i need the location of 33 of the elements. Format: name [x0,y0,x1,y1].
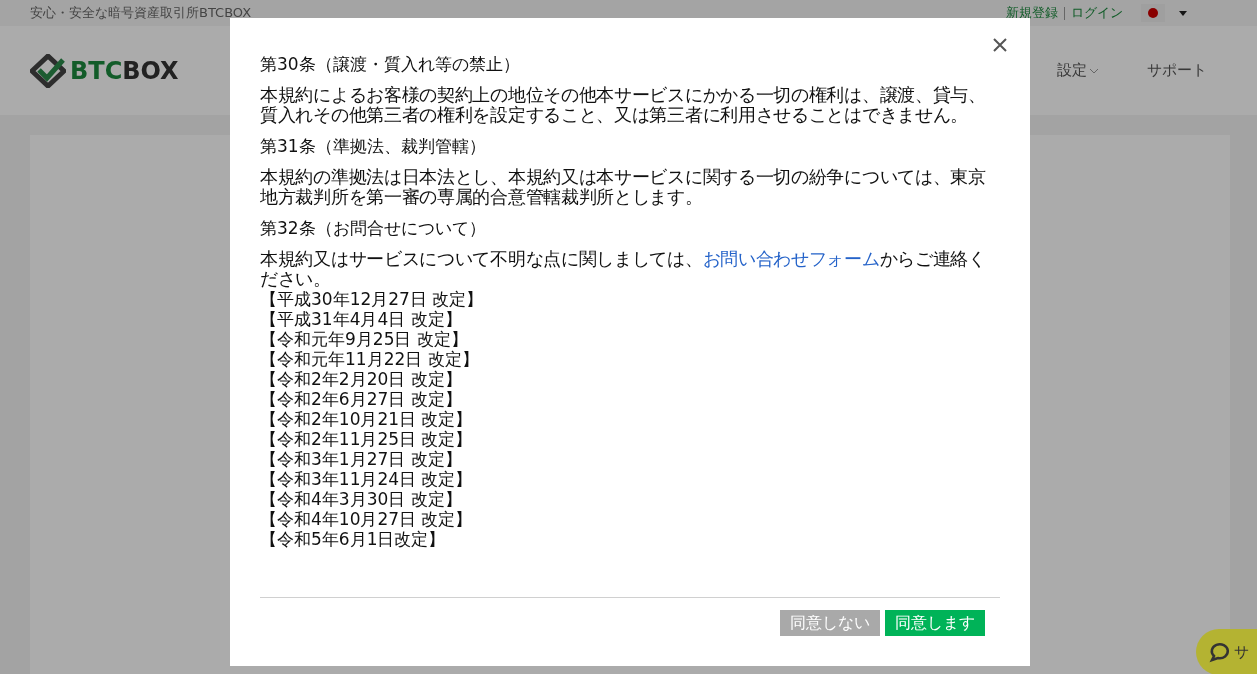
revision-date: 【令和2年11月25日 改定】 [260,429,473,449]
article-text: 本規約又はサービスについて不明な点に関しましては、お問い合わせフォームからご連絡ください。 [260,249,987,289]
article-text: 本規約の準拠法は日本法とし、本規約又は本サービスに関する一切の紛争については、東京地方裁判所を第一審の専属的合意管轄裁判所とします。 [260,167,987,207]
revision-date: 【平成30年12月27日 改定】 [260,289,484,309]
speech-bubble-icon [1208,641,1230,663]
revision-date: 【令和3年1月27日 改定】 [260,449,462,469]
agree-button[interactable]: 同意します [885,610,985,636]
revision-date: 【令和5年6月1日改定】 [260,529,446,549]
revision-date: 【令和2年6月27日 改定】 [260,389,462,409]
revision-date: 【令和元年11月22日 改定】 [260,349,479,369]
article-heading: 第31条（準拠法、裁判管轄） [260,135,487,157]
revision-date: 【令和4年10月27日 改定】 [260,509,473,529]
caret-icon [1179,10,1187,16]
chat-button[interactable]: サ [1196,629,1257,674]
close-icon[interactable] [993,38,1007,52]
logo-icon [30,53,66,88]
language-selector[interactable] [1141,4,1165,22]
revision-date: 【令和元年9月25日 改定】 [260,329,468,349]
register-link[interactable]: 新規登録 [1006,4,1058,22]
article-heading: 第32条（お問合せについて） [260,217,487,239]
revision-date: 【令和2年10月21日 改定】 [260,409,473,429]
nav-link[interactable]: 設定 [1057,61,1099,80]
article-text: 本規約によるお客様の契約上の地位その他本サービスにかかる一切の権利は、譲渡、貸与、質入れその他第三者の権利を設定すること、又は第三者に利用させることはできません。 [260,85,987,125]
article-heading: 第30条（譲渡・質入れ等の禁止） [260,53,521,75]
site-tagline: 安心・安全な暗号資産取引所BTCBOX [30,4,252,22]
revision-date: 【令和3年11月24日 改定】 [260,469,473,489]
revision-date: 【平成31年4月4日 改定】 [260,309,462,329]
logo-text: BTCBOX [70,56,179,85]
login-link[interactable]: ログイン [1071,4,1123,22]
revision-date: 【令和2年2月20日 改定】 [260,369,462,389]
revision-date: 【令和4年3月30日 改定】 [260,489,462,509]
contact-form-link[interactable]: お問い合わせフォーム [702,249,880,269]
nav-link[interactable]: サポート [1147,61,1207,80]
